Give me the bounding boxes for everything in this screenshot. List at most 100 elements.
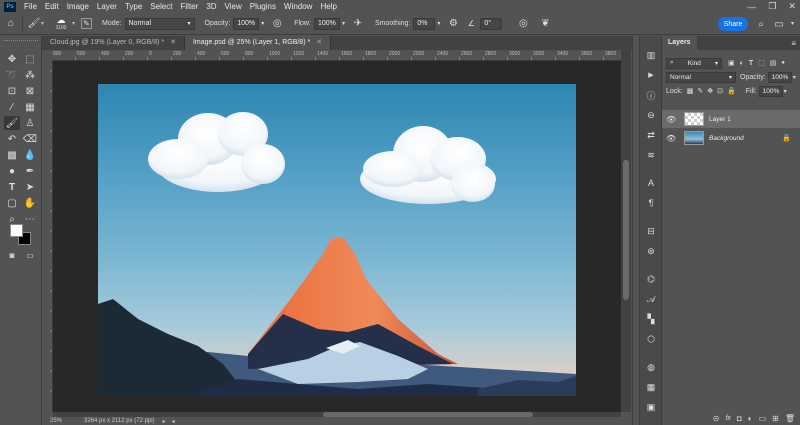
fill-chevron-icon[interactable]: ▾ <box>784 88 787 95</box>
zoom-level[interactable]: 25% <box>50 418 76 424</box>
new-layer-icon[interactable]: ⊞ <box>772 414 779 423</box>
filter-toggle-icon[interactable]: ● <box>781 60 785 66</box>
dodge-tool-icon[interactable]: ● <box>4 164 20 178</box>
brush-tool-icon[interactable]: 🖌 <box>4 116 20 130</box>
menu-layer[interactable]: Layer <box>93 0 121 13</box>
close-button[interactable]: ✕ <box>788 1 796 12</box>
toolbar-grip[interactable] <box>4 40 38 42</box>
histogram-panel-icon[interactable]: ▦ <box>644 380 658 394</box>
document-canvas[interactable] <box>98 84 576 396</box>
eye-icon[interactable]: 👁 <box>666 115 678 124</box>
more-tools-icon[interactable]: ⋯ <box>22 212 38 226</box>
fill-field[interactable]: 100% <box>758 85 783 97</box>
object-selection-tool-icon[interactable]: ⁂ <box>22 68 38 82</box>
layer-name[interactable]: Layer 1 <box>709 116 731 123</box>
eraser-tool-icon[interactable]: ⌫ <box>22 132 38 146</box>
crop-tool-icon[interactable]: ⊡ <box>4 84 20 98</box>
adjustment-icon[interactable]: ◐ <box>748 414 753 423</box>
lock-position-icon[interactable]: ✥ <box>707 87 713 95</box>
menu-filter[interactable]: Filter <box>177 0 203 13</box>
filter-smart-object-icon[interactable]: ▤ <box>770 59 777 67</box>
mode-select[interactable]: Normal ▾ <box>124 17 195 30</box>
pen-tool-icon[interactable]: ✒ <box>22 164 38 178</box>
layer-name[interactable]: Background <box>709 135 744 142</box>
info-panel-icon[interactable]: ⓘ <box>644 88 658 102</box>
gradient-tool-icon[interactable]: ▩ <box>4 148 20 162</box>
menu-3d[interactable]: 3D <box>202 0 220 13</box>
flow-chevron-icon[interactable]: ▾ <box>342 20 345 27</box>
group-icon[interactable]: ▭ <box>759 414 767 423</box>
preset-chevron-icon[interactable]: ▾ <box>41 20 44 27</box>
shapes-panel-icon[interactable]: ◍ <box>644 360 658 374</box>
vertical-scrollbar[interactable] <box>621 50 631 412</box>
lasso-tool-icon[interactable]: ➰ <box>4 68 20 82</box>
smoothing-chevron-icon[interactable]: ▾ <box>437 20 440 27</box>
opacity-chevron-icon[interactable]: ▾ <box>793 74 796 81</box>
eye-icon[interactable]: 👁 <box>666 134 678 143</box>
hand-tool-icon[interactable]: ✋ <box>22 196 38 210</box>
menu-plugins[interactable]: Plugins <box>246 0 280 13</box>
path-selection-tool-icon[interactable]: ➤ <box>22 180 38 194</box>
vertical-scroll-thumb[interactable] <box>623 160 629 300</box>
3d-panel-icon[interactable]: ⌬ <box>644 272 658 286</box>
ruler-horizontal[interactable]: 800 600 400 200 0 200 400 600 800 1000 1200 1400 160… <box>53 50 621 61</box>
comments-panel-icon[interactable]: ▣ <box>644 400 658 414</box>
measurement-panel-icon[interactable]: 𝒜 <box>644 292 658 306</box>
type-panel-icon[interactable]: A <box>644 176 658 190</box>
lock-artboard-icon[interactable]: ⊡ <box>717 87 723 95</box>
menu-view[interactable]: View <box>221 0 246 13</box>
quick-mask-icon[interactable]: ◙ <box>4 248 20 262</box>
pressure-size-icon[interactable]: ◎ <box>516 17 530 31</box>
close-icon[interactable]: ✕ <box>316 39 322 46</box>
brush-preset-picker[interactable]: ☁ 1100 <box>50 16 72 32</box>
pressure-opacity-icon[interactable]: ◎ <box>270 17 284 31</box>
ruler-vertical[interactable] <box>42 61 53 412</box>
home-icon[interactable]: ⌂ <box>4 17 18 31</box>
layer-opacity-field[interactable]: 100% <box>767 71 792 83</box>
opacity-chevron-icon[interactable]: ▾ <box>261 20 264 27</box>
airbrush-icon[interactable]: ✈ <box>351 17 365 31</box>
menu-file[interactable]: File <box>20 0 41 13</box>
filter-adjustment-icon[interactable]: ◐ <box>740 60 744 67</box>
restore-button[interactable]: ❐ <box>768 1 776 12</box>
history-brush-tool-icon[interactable]: ↶ <box>4 132 20 146</box>
share-button[interactable]: Share <box>718 17 748 31</box>
actions-panel-icon[interactable]: ▶ <box>644 68 658 82</box>
gradients-panel-icon[interactable]: ▚ <box>644 312 658 326</box>
marquee-tool-icon[interactable]: ⬚ <box>22 52 38 66</box>
layer-comps-panel-icon[interactable]: ⊟ <box>644 224 658 238</box>
lock-all-icon[interactable]: 🔒 <box>727 87 736 95</box>
delete-icon[interactable]: 🗑 <box>785 414 795 423</box>
search-icon[interactable]: ⌕ <box>754 17 768 31</box>
menu-window[interactable]: Window <box>280 0 316 13</box>
foreground-color-swatch[interactable] <box>10 224 23 237</box>
lock-transparency-icon[interactable]: ▩ <box>687 87 694 95</box>
tab-layers[interactable]: Layers <box>662 36 697 50</box>
clone-source-panel-icon[interactable]: ≋ <box>644 148 658 162</box>
patterns-panel-icon[interactable]: ⬡ <box>644 332 658 346</box>
learn-panel-icon[interactable]: ▥ <box>644 48 658 62</box>
menu-select[interactable]: Select <box>146 0 176 13</box>
scroll-left-icon[interactable]: ◂ <box>172 418 175 425</box>
tool-presets-panel-icon[interactable]: ⇄ <box>644 128 658 142</box>
workspace-icon[interactable]: ▭ <box>772 17 786 31</box>
brush-size-chevron-icon[interactable]: ▾ <box>72 20 75 27</box>
close-icon[interactable]: ✕ <box>170 39 176 46</box>
flow-field[interactable]: 100% <box>313 17 340 30</box>
angle-field[interactable]: 0° <box>480 17 503 30</box>
fx-icon[interactable]: fx <box>725 415 730 422</box>
canvas-workarea[interactable] <box>53 61 621 412</box>
filter-kind-select[interactable]: ⌕ Kind ▾ <box>666 57 722 69</box>
screen-mode-icon[interactable]: ▭ <box>22 248 38 262</box>
filter-type-icon[interactable]: T <box>749 60 753 67</box>
symmetry-icon[interactable]: ❦ <box>538 17 552 31</box>
opacity-field[interactable]: 100% <box>233 17 260 30</box>
blend-mode-select[interactable]: Normal ▾ <box>666 71 736 83</box>
filter-pixel-icon[interactable]: ▣ <box>728 59 735 67</box>
smoothing-field[interactable]: 0% <box>413 17 436 30</box>
timeline-panel-icon[interactable]: ⊛ <box>644 244 658 258</box>
filter-shape-icon[interactable]: ⬚ <box>758 59 765 67</box>
link-layers-icon[interactable]: ⊝ <box>713 414 720 423</box>
type-tool-icon[interactable]: T <box>4 180 20 194</box>
tab-cloud[interactable]: Cloud.jpg @ 19% (Layer 0, RGB/8) * ✕ <box>42 36 185 50</box>
